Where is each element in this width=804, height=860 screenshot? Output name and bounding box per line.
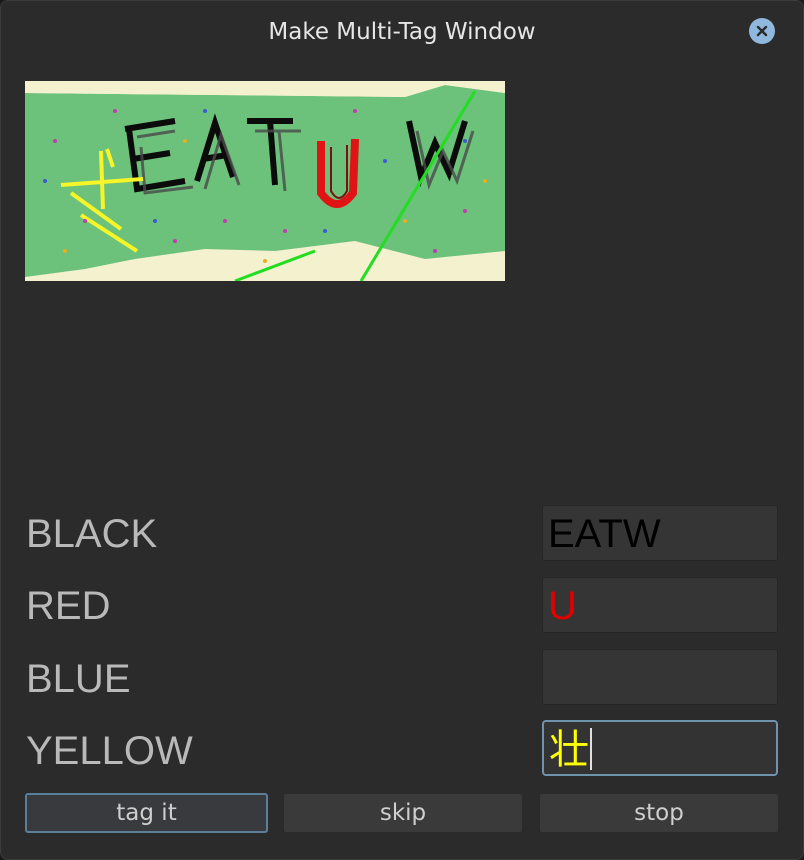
tag-it-button[interactable]: tag it [25,793,268,833]
title-bar: Make Multi-Tag Window [1,1,803,63]
window-title: Make Multi-Tag Window [268,19,536,45]
label-yellow: YELLOW [26,729,193,773]
stop-label: stop [634,800,684,826]
label-blue: BLUE [26,657,131,701]
close-button[interactable] [749,18,775,44]
close-icon [756,25,768,37]
skip-label: skip [379,800,427,826]
red-tag-value: U [548,584,577,628]
tag-it-label: tag it [116,800,177,826]
yellow-tag-input[interactable]: 壮 [542,720,778,776]
red-tag-input[interactable]: U [542,577,778,633]
multi-tag-window: Make Multi-Tag Window BLACK EATW RED U B… [0,0,804,860]
captcha-image [25,81,505,281]
black-tag-input[interactable]: EATW [542,505,778,561]
blue-tag-input[interactable] [542,649,778,705]
label-red: RED [26,584,111,628]
black-tag-value: EATW [548,512,661,556]
text-caret [590,728,592,771]
yellow-tag-value: 壮 [549,728,589,772]
skip-button[interactable]: skip [283,793,523,833]
label-black: BLACK [26,512,158,556]
stop-button[interactable]: stop [539,793,779,833]
